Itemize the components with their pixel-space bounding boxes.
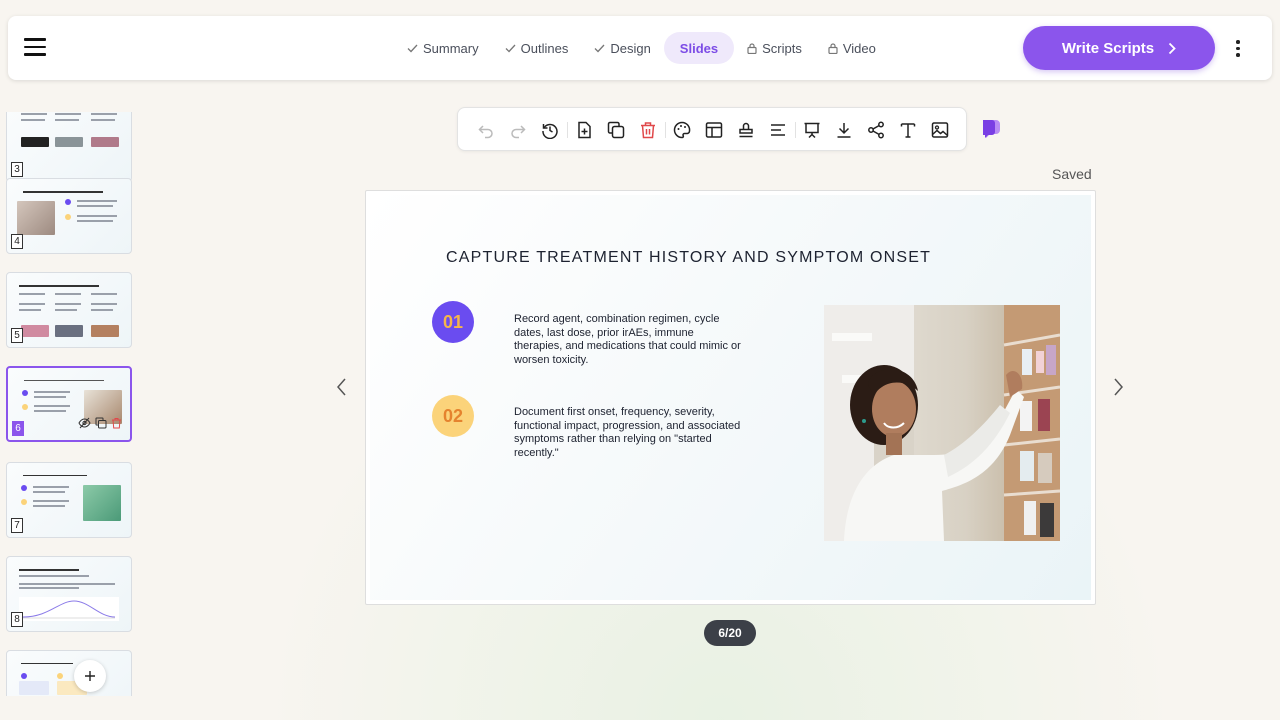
slide-title[interactable]: CAPTURE TREATMENT HISTORY AND SYMPTOM ON…	[446, 249, 931, 267]
step-label: Design	[610, 40, 651, 56]
write-scripts-label: Write Scripts	[1061, 39, 1155, 57]
thumbnail-slide-9[interactable]	[6, 650, 132, 696]
lock-icon	[747, 42, 757, 54]
ai-assistant-icon[interactable]	[981, 118, 1003, 140]
more-options-icon[interactable]	[1234, 40, 1242, 58]
top-bar: Summary Outlines Design Slides Scripts V…	[8, 16, 1272, 80]
previous-slide-icon[interactable]	[335, 376, 349, 398]
thumbnail-slide-7[interactable]: 7	[6, 462, 132, 538]
step-design[interactable]: Design	[581, 32, 663, 64]
step-label: Summary	[423, 40, 479, 56]
check-icon	[594, 44, 605, 53]
thumbnail-number: 7	[11, 518, 23, 533]
check-icon	[407, 44, 418, 53]
save-status: Saved	[1052, 166, 1092, 182]
thumbnail-number: 3	[11, 162, 23, 177]
write-scripts-button[interactable]: Write Scripts	[1023, 26, 1215, 70]
step-scripts[interactable]: Scripts	[734, 32, 815, 64]
check-icon	[505, 44, 516, 53]
plus-icon	[85, 671, 95, 681]
point-badge-2: 02	[432, 395, 474, 437]
step-video[interactable]: Video	[815, 32, 889, 64]
editor-toolbar	[457, 107, 967, 151]
toolbar-divider	[795, 122, 796, 138]
thumbnail-slide-5[interactable]: 5	[6, 272, 132, 348]
slide-counter: 6/20	[704, 620, 756, 646]
add-slide-icon[interactable]	[573, 119, 595, 141]
thumbnail-slide-8[interactable]: 8	[6, 556, 132, 632]
next-slide-icon[interactable]	[1111, 376, 1125, 398]
hide-icon[interactable]	[78, 416, 91, 434]
step-outlines[interactable]: Outlines	[492, 32, 582, 64]
undo-icon[interactable]	[475, 119, 497, 141]
stamp-icon[interactable]	[735, 119, 757, 141]
toolbar-divider	[567, 122, 568, 138]
palette-icon[interactable]	[671, 119, 693, 141]
slide-thumbnails[interactable]: 3 4 5 6 7 8	[0, 112, 140, 696]
step-summary[interactable]: Summary	[394, 32, 492, 64]
lock-icon	[828, 42, 838, 54]
slide-canvas[interactable]: CAPTURE TREATMENT HISTORY AND SYMPTOM ON…	[365, 190, 1096, 605]
delete-icon[interactable]	[637, 119, 659, 141]
step-label: Scripts	[762, 40, 802, 56]
thumbnail-slide-6[interactable]: 6	[6, 366, 132, 442]
thumbnail-number: 8	[11, 612, 23, 627]
duplicate-icon[interactable]	[605, 119, 627, 141]
point-text-1[interactable]: Record agent, combination regimen, cycle…	[514, 313, 744, 367]
add-slide-button[interactable]	[74, 660, 106, 692]
step-slides[interactable]: Slides	[663, 32, 735, 64]
download-icon[interactable]	[833, 119, 855, 141]
thumbnail-number: 4	[11, 234, 23, 249]
duplicate-icon[interactable]	[95, 416, 107, 434]
layout-icon[interactable]	[703, 119, 725, 141]
align-icon[interactable]	[767, 119, 789, 141]
point-badge-1: 01	[432, 301, 474, 343]
step-label: Outlines	[520, 40, 569, 56]
slide-background: CAPTURE TREATMENT HISTORY AND SYMPTOM ON…	[370, 195, 1091, 600]
redo-icon[interactable]	[507, 119, 529, 141]
step-label: Slides	[679, 40, 719, 56]
share-icon[interactable]	[865, 119, 887, 141]
chevron-right-icon	[1168, 42, 1176, 55]
image-icon[interactable]	[929, 119, 951, 141]
toolbar-divider	[665, 122, 666, 138]
text-icon[interactable]	[897, 119, 919, 141]
thumbnail-slide-3[interactable]: 3	[6, 112, 132, 182]
present-icon[interactable]	[801, 119, 823, 141]
history-icon[interactable]	[539, 119, 561, 141]
thumbnail-actions	[78, 416, 122, 434]
step-label: Video	[842, 40, 876, 56]
point-text-2[interactable]: Document first onset, frequency, severit…	[514, 406, 744, 460]
thumbnail-slide-4[interactable]: 4	[6, 178, 132, 254]
delete-icon[interactable]	[111, 416, 122, 434]
menu-icon[interactable]	[24, 38, 46, 58]
slide-photo[interactable]	[824, 305, 1060, 541]
workflow-steps: Summary Outlines Design Slides Scripts V…	[394, 32, 889, 64]
thumbnail-number: 5	[11, 328, 23, 343]
thumbnail-number: 6	[12, 421, 24, 436]
